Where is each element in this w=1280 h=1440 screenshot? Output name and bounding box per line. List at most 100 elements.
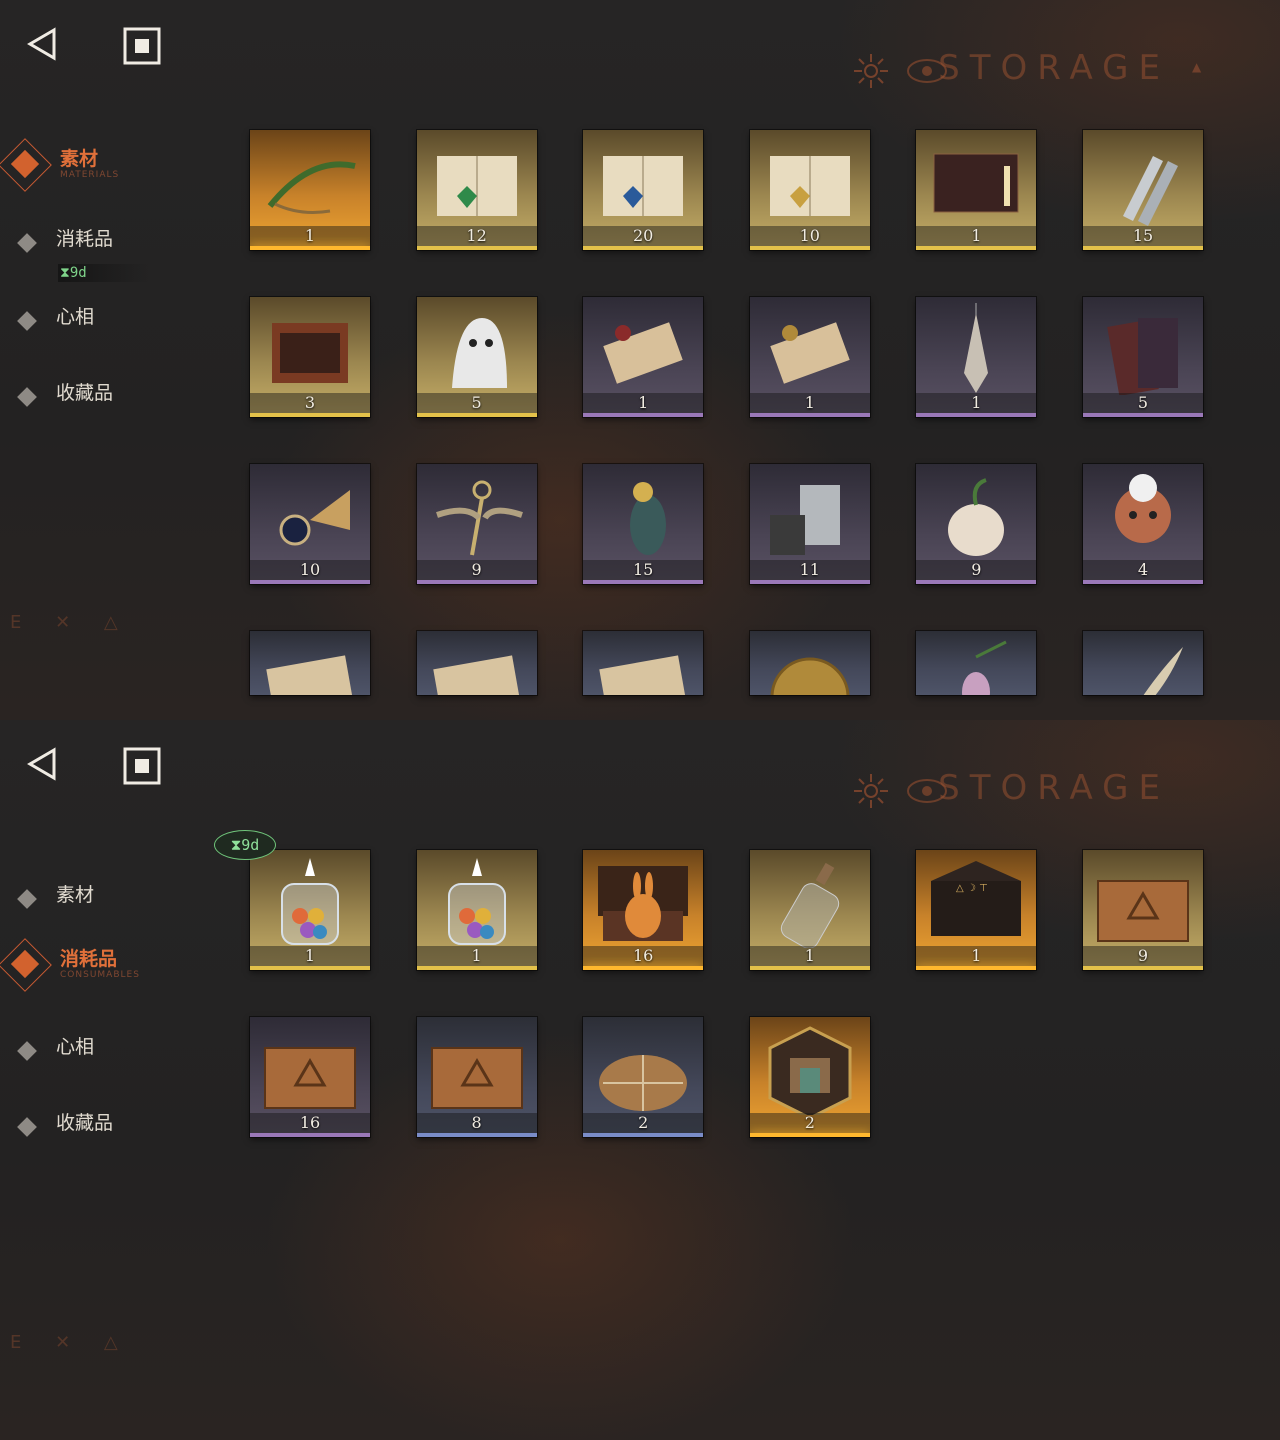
item-count: 4: [1137, 560, 1149, 579]
item-slot-candy-jar[interactable]: 1: [250, 850, 370, 970]
item-slot-ghost[interactable]: 5: [416, 297, 537, 417]
diamond-icon: [17, 889, 37, 909]
item-count: 1: [971, 226, 982, 245]
item-slot-rabbit-box[interactable]: 16: [583, 850, 704, 970]
item-slot-crystal-pendulum[interactable]: 1: [916, 297, 1037, 417]
rarity-bar: [250, 580, 370, 584]
item-slot-green-rune-book[interactable]: 12: [416, 130, 537, 250]
decor-glyphs: E ✕ △: [10, 612, 132, 633]
item-slot-blue-rune-book[interactable]: 20: [583, 130, 704, 250]
item-count: 8: [471, 1113, 482, 1132]
back-icon[interactable]: [22, 742, 66, 786]
home-icon[interactable]: [120, 744, 164, 788]
item-count: 16: [299, 1113, 321, 1132]
item-slot-candy-jar-2[interactable]: 1: [416, 850, 537, 970]
rarity-bar: [916, 246, 1037, 250]
rarity-bar: [250, 966, 370, 970]
item-slot-scroll-c[interactable]: [583, 631, 704, 695]
item-slot-foxglove[interactable]: [916, 631, 1037, 695]
book-gold-icon: [769, 156, 850, 216]
svg-text:△ ☽ ⊤: △ ☽ ⊤: [956, 883, 988, 894]
back-icon[interactable]: [22, 22, 66, 66]
item-slot-gold-seal-scrolls[interactable]: 1: [749, 297, 870, 417]
item-slot-rune-table[interactable]: △ ☽ ⊤ 1: [916, 850, 1037, 970]
item-count: 5: [471, 393, 482, 412]
rarity-bar: [416, 580, 537, 584]
category-sublabel: MATERIALS: [60, 170, 120, 180]
item-slot-bird-statue[interactable]: 15: [583, 464, 704, 584]
top-bar: STORAGE ▲: [0, 0, 1280, 90]
item-slot-gold-rune-book[interactable]: 10: [749, 130, 870, 250]
item-slot-puzzle-hexagon[interactable]: 2: [749, 1017, 870, 1137]
item-slot-supply-crate-blue[interactable]: 8: [416, 1017, 537, 1137]
item-slot-supply-crate-purple[interactable]: 16: [250, 1017, 370, 1137]
category-collectibles[interactable]: 收藏品: [0, 1108, 230, 1168]
rarity-bar: [416, 413, 537, 417]
triangle-icon: ▲: [1192, 60, 1202, 74]
category-persona[interactable]: 心相: [0, 302, 230, 362]
category-materials[interactable]: 素材 MATERIALS: [0, 138, 230, 204]
item-count: 2: [638, 1113, 649, 1132]
jar-icon: [281, 858, 339, 945]
item-slot-ouija-board[interactable]: 1: [916, 130, 1037, 250]
category-consumables[interactable]: 消耗品 CONSUMABLES: [0, 938, 230, 1004]
item-count: 1: [638, 393, 649, 412]
diamond-icon: [17, 1041, 37, 1061]
item-count: 9: [971, 560, 982, 579]
item-count: 11: [799, 560, 820, 579]
sun-icon: [854, 54, 888, 88]
item-slot-brass-lens[interactable]: 10: [250, 464, 370, 584]
item-count: 5: [1137, 393, 1149, 412]
category-collectibles[interactable]: 收藏品: [0, 378, 230, 438]
ouija-icon: [933, 153, 1019, 213]
diamond-icon: [17, 233, 37, 253]
item-slot-red-seal-scrolls[interactable]: 1: [583, 297, 704, 417]
rarity-bar: [749, 246, 870, 250]
rarity-bar: [583, 966, 704, 970]
card-icon: [1107, 318, 1178, 395]
item-slot-hand-case[interactable]: 3: [250, 297, 370, 417]
home-icon[interactable]: [120, 24, 164, 68]
item-count: 1: [971, 393, 982, 412]
diamond-icon: [17, 387, 37, 407]
package-icon: [599, 1055, 688, 1111]
item-slot-paper-package[interactable]: 2: [583, 1017, 704, 1137]
scroll-red-icon: [603, 322, 683, 384]
bullet-icon: [1123, 156, 1178, 226]
diamond-icon: [17, 1117, 37, 1137]
expiry-timer: ⧗9d: [58, 264, 150, 282]
item-slot-winged-key[interactable]: 9: [416, 464, 537, 584]
category-sublabel: CONSUMABLES: [60, 970, 140, 980]
item-count: 10: [799, 226, 820, 245]
item-slot-feather[interactable]: [1083, 631, 1203, 695]
item-slot-gold-coin[interactable]: [749, 631, 870, 695]
rarity-bar: [749, 413, 870, 417]
item-slot-tarot-cards[interactable]: 5: [1083, 297, 1203, 417]
item-slot-doll-head[interactable]: 4: [1083, 464, 1203, 584]
item-slot-silver-bullets[interactable]: 15: [1083, 130, 1203, 250]
storage-screen-materials: STORAGE ▲ E ✕ △ 素材 MATERIALS 消耗品 ⧗9d 心相 …: [0, 0, 1280, 720]
page-title: STORAGE: [938, 768, 1170, 808]
item-slot-laurel-wreath[interactable]: 1: [250, 130, 370, 250]
item-slot-supply-crate-gold[interactable]: 9: [1083, 850, 1203, 970]
rarity-bar: [250, 1133, 370, 1137]
item-count: 1: [804, 946, 815, 965]
sun-icon: [854, 774, 888, 808]
item-slot-message-bottle[interactable]: 1: [749, 850, 870, 970]
scroll-icon: [432, 655, 521, 695]
category-materials[interactable]: 素材: [0, 880, 230, 940]
item-count: 20: [633, 226, 654, 245]
item-count: 1: [304, 946, 316, 965]
laurel-icon: [267, 161, 356, 214]
coin-icon: [770, 657, 850, 695]
item-slot-scroll-b[interactable]: [416, 631, 537, 695]
rarity-bar: [916, 580, 1037, 584]
category-persona[interactable]: 心相: [0, 1032, 230, 1092]
item-count: 12: [466, 226, 487, 245]
page-title: STORAGE: [938, 48, 1170, 88]
item-slot-silver-ingot[interactable]: 11: [749, 464, 870, 584]
crate-icon: [430, 1047, 523, 1109]
item-slot-scroll-a[interactable]: [250, 631, 370, 695]
item-count: 1: [471, 946, 482, 965]
item-slot-mandrake[interactable]: 9: [916, 464, 1037, 584]
